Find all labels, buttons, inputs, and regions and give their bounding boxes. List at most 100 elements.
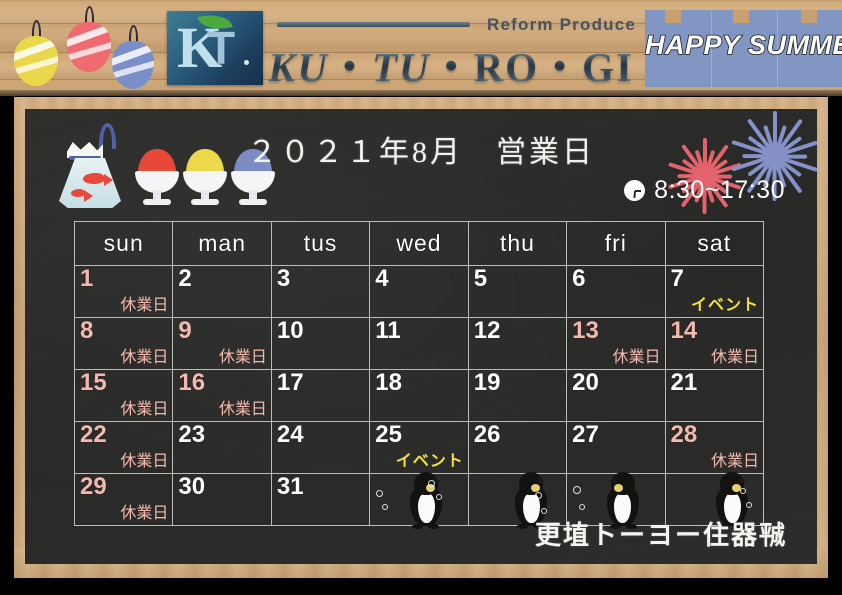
calendar-week-row: 1 休業日 2 3 4 5 6 7 イベント: [73, 265, 765, 318]
header-banner: K T Reform Produce KU・TU・RO・GI HAPPY SUM…: [0, 0, 842, 96]
closed-label: 休業日: [120, 505, 169, 522]
yoyo-balloon-blue-icon: [112, 25, 154, 89]
bubble-icon: [745, 502, 752, 508]
calendar-day-cell[interactable]: 19: [467, 369, 568, 422]
day-number: 8: [80, 317, 94, 344]
penguin-foot: [516, 524, 528, 529]
day-number: 1: [80, 265, 94, 292]
day-number: 30: [178, 473, 206, 500]
calendar-day-cell[interactable]: 12: [467, 317, 568, 370]
calendar-day-cell[interactable]: 27: [566, 421, 666, 474]
closed-label: 休業日: [218, 401, 267, 418]
calendar-day-cell[interactable]: 31: [270, 473, 371, 526]
calendar-day-cell[interactable]: 17: [270, 369, 371, 422]
event-label: イベント: [690, 297, 759, 314]
calendar-day-cell[interactable]: 16 休業日: [172, 369, 272, 422]
day-number: 21: [670, 369, 698, 396]
bubble-icon: [376, 490, 384, 497]
day-number: 29: [80, 473, 107, 500]
calendar-day-cell[interactable]: 11: [369, 317, 469, 370]
calendar-day-cell[interactable]: 25 イベント: [369, 421, 469, 474]
day-number: 11: [375, 317, 401, 344]
calendar-day-cell[interactable]: 7 イベント: [664, 265, 765, 318]
bubble-icon: [534, 492, 542, 499]
calendar-day-cell[interactable]: 23: [172, 421, 272, 474]
day-number: 27: [572, 421, 599, 448]
brand-part-ro: RO: [473, 44, 540, 90]
weekday-header-row: sun man tus wed thu fri sat: [73, 221, 765, 266]
calendar-day-cell[interactable]: 29 休業日: [73, 473, 174, 526]
closed-label: 休業日: [120, 401, 169, 418]
header-tagline: Reform Produce: [487, 15, 637, 34]
calendar-day-cell[interactable]: 6: [566, 265, 666, 318]
calendar-week-row: 15 休業日 16 休業日 17 18 19 20 21: [73, 369, 765, 422]
calendar-day-cell[interactable]: 26: [467, 421, 568, 474]
weekday-header-thu: thu: [467, 221, 568, 266]
calendar-day-cell[interactable]: 22 休業日: [73, 421, 174, 474]
calendar-week-row: 22 休業日 23 24 25 イベント 26 27 28 休業日: [73, 421, 765, 474]
calendar-day-cell[interactable]: 13 休業日: [566, 317, 666, 370]
penguin-beak: [738, 478, 747, 484]
penguin-foot: [412, 524, 424, 529]
balloon-body: [67, 22, 111, 72]
calendar-day-cell[interactable]: 4: [369, 265, 469, 318]
brand-part-gi: GI: [582, 44, 634, 90]
day-number: 5: [473, 265, 488, 292]
closed-label: 休業日: [218, 349, 267, 366]
logo-dot: [244, 60, 249, 65]
calendar-day-cell[interactable]: 5: [467, 265, 568, 318]
penguin-cheek: [530, 484, 540, 492]
calendar-day-cell[interactable]: 21: [664, 369, 765, 422]
calendar-day-cell[interactable]: 10: [270, 317, 371, 370]
day-number: 14: [670, 317, 698, 344]
calendar-body: 1 休業日 2 3 4 5 6 7 イベント 8 休業日 9 休業日 10 11 12 13 休業日 14 休業日 15…: [73, 265, 765, 529]
day-number: 6: [572, 265, 586, 292]
calendar-day-cell[interactable]: 20: [566, 369, 666, 422]
calendar-day-cell[interactable]: 24: [270, 421, 371, 474]
penguin-cheek: [614, 484, 624, 492]
yoyo-balloon-red-icon: [67, 6, 111, 72]
calendar-day-cell[interactable]: 15 休業日: [73, 369, 174, 422]
goldfish-icon: [71, 189, 93, 202]
balloon-body: [112, 41, 154, 89]
calendar-day-cell[interactable]: 8 休業日: [73, 317, 174, 370]
ice-foot: [143, 199, 171, 205]
ice-foot: [191, 199, 219, 205]
weekday-header-wed: wed: [369, 221, 469, 266]
chalkboard: ２０２１年8月 営業日 8:30~17:30 sun man tus wed thu fr…: [25, 109, 817, 564]
calendar-week-row: 8 休業日 9 休業日 10 11 12 13 休業日 14 休業日: [73, 317, 765, 370]
day-number: 7: [670, 265, 684, 292]
day-number: 18: [375, 369, 402, 396]
day-number: 19: [473, 369, 501, 396]
bubble-icon: [540, 508, 547, 514]
bubble-icon: [579, 504, 586, 510]
calendar-day-cell[interactable]: 9 休業日: [172, 317, 272, 370]
kt-logo[interactable]: K T: [167, 11, 263, 85]
banner-notch: [801, 10, 817, 23]
header-rule: [277, 22, 470, 27]
business-hours-text: 8:30~17:30: [654, 176, 785, 204]
goldfish-icon: [83, 173, 113, 186]
day-number: 13: [572, 317, 599, 344]
day-number: 3: [276, 265, 291, 292]
calendar-day-cell[interactable]: 1 休業日: [73, 265, 174, 318]
calendar-day-cell[interactable]: 18: [369, 369, 469, 422]
brand-sep-2: ・: [430, 44, 474, 90]
clock-icon: [624, 180, 646, 201]
bubble-icon: [739, 488, 746, 494]
brand-wordmark: KU・TU・RO・GI: [268, 33, 634, 93]
closed-label: 休業日: [612, 349, 661, 366]
bubble-icon: [382, 504, 389, 510]
calendar-table: sun man tus wed thu fri sat 1 休業日 2 3 4 5 6 7 イベント 8 休業日…: [73, 221, 765, 529]
day-number: 10: [276, 317, 304, 344]
calendar-day-cell[interactable]: 28 休業日: [664, 421, 765, 474]
balloon-body: [14, 36, 58, 86]
event-label: イベント: [395, 453, 464, 470]
calendar-day-cell[interactable]: 30: [172, 473, 272, 526]
calendar-day-cell[interactable]: 3: [270, 265, 371, 318]
calendar-day-cell[interactable]: 2: [172, 265, 272, 318]
banner-notch: [665, 10, 681, 23]
day-number: 4: [375, 265, 389, 292]
day-number: 22: [80, 421, 107, 448]
calendar-day-cell[interactable]: 14 休業日: [664, 317, 765, 370]
